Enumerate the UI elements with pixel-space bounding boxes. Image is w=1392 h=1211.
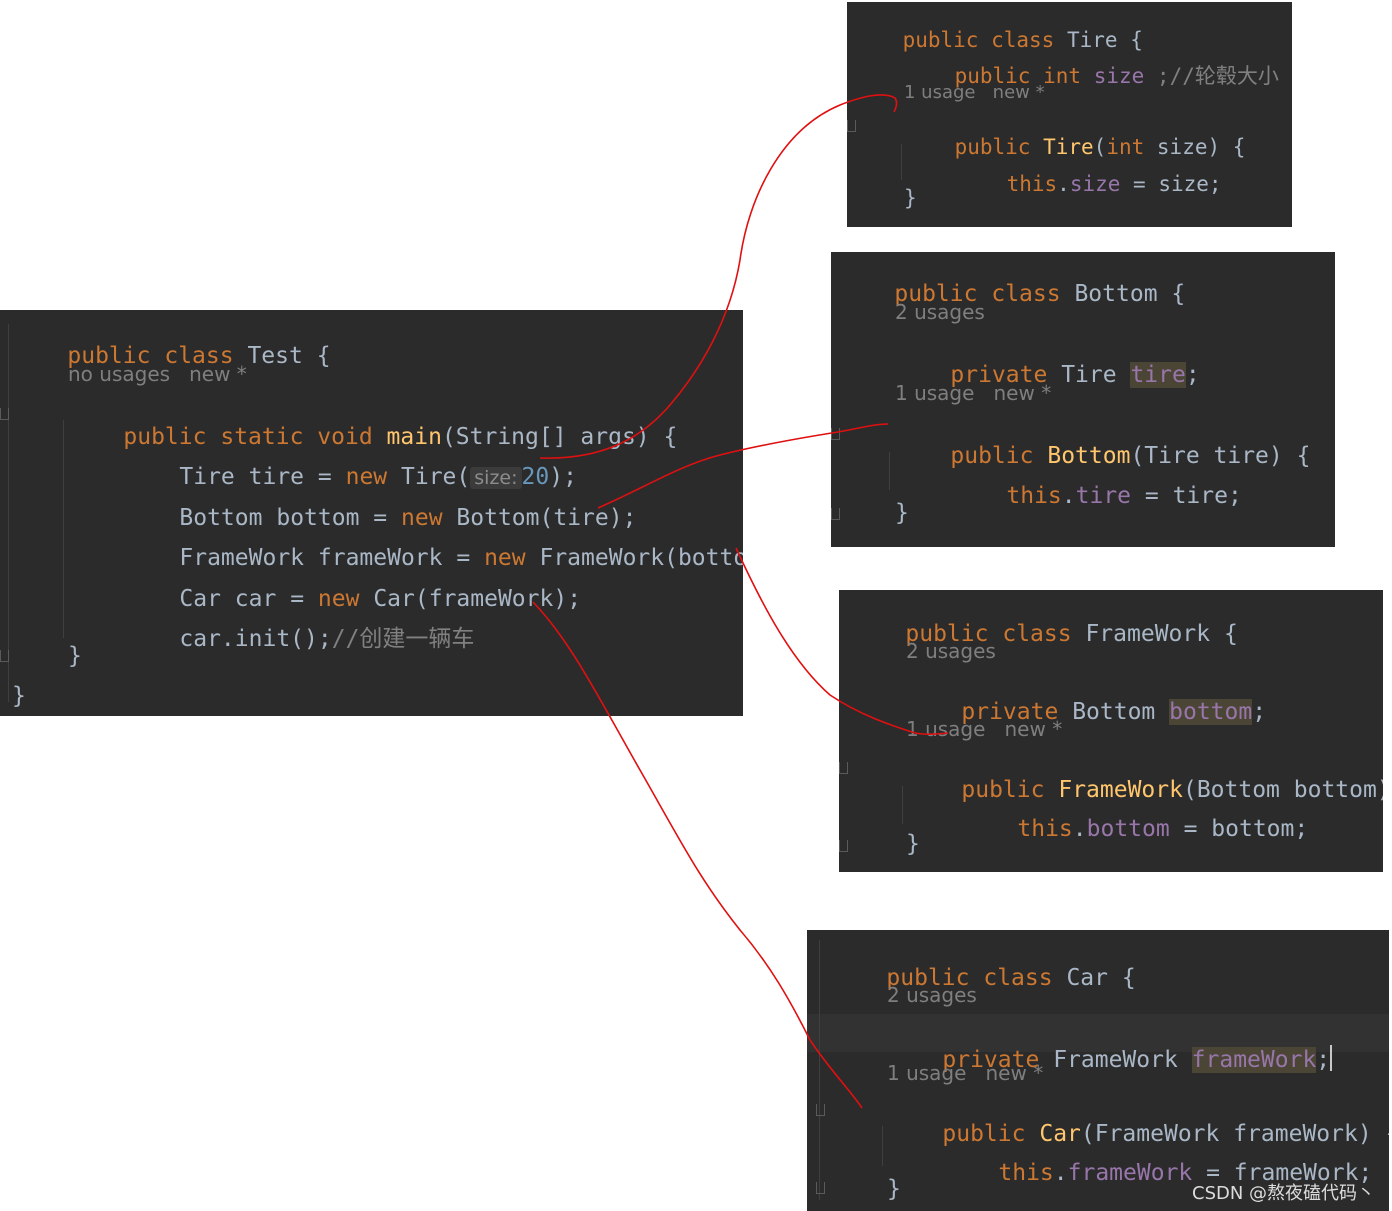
framework-connector-line (735, 547, 949, 735)
connector-annotations (532, 94, 949, 1109)
bottom-connector-line (597, 423, 889, 509)
tire-connector-line (539, 94, 898, 459)
